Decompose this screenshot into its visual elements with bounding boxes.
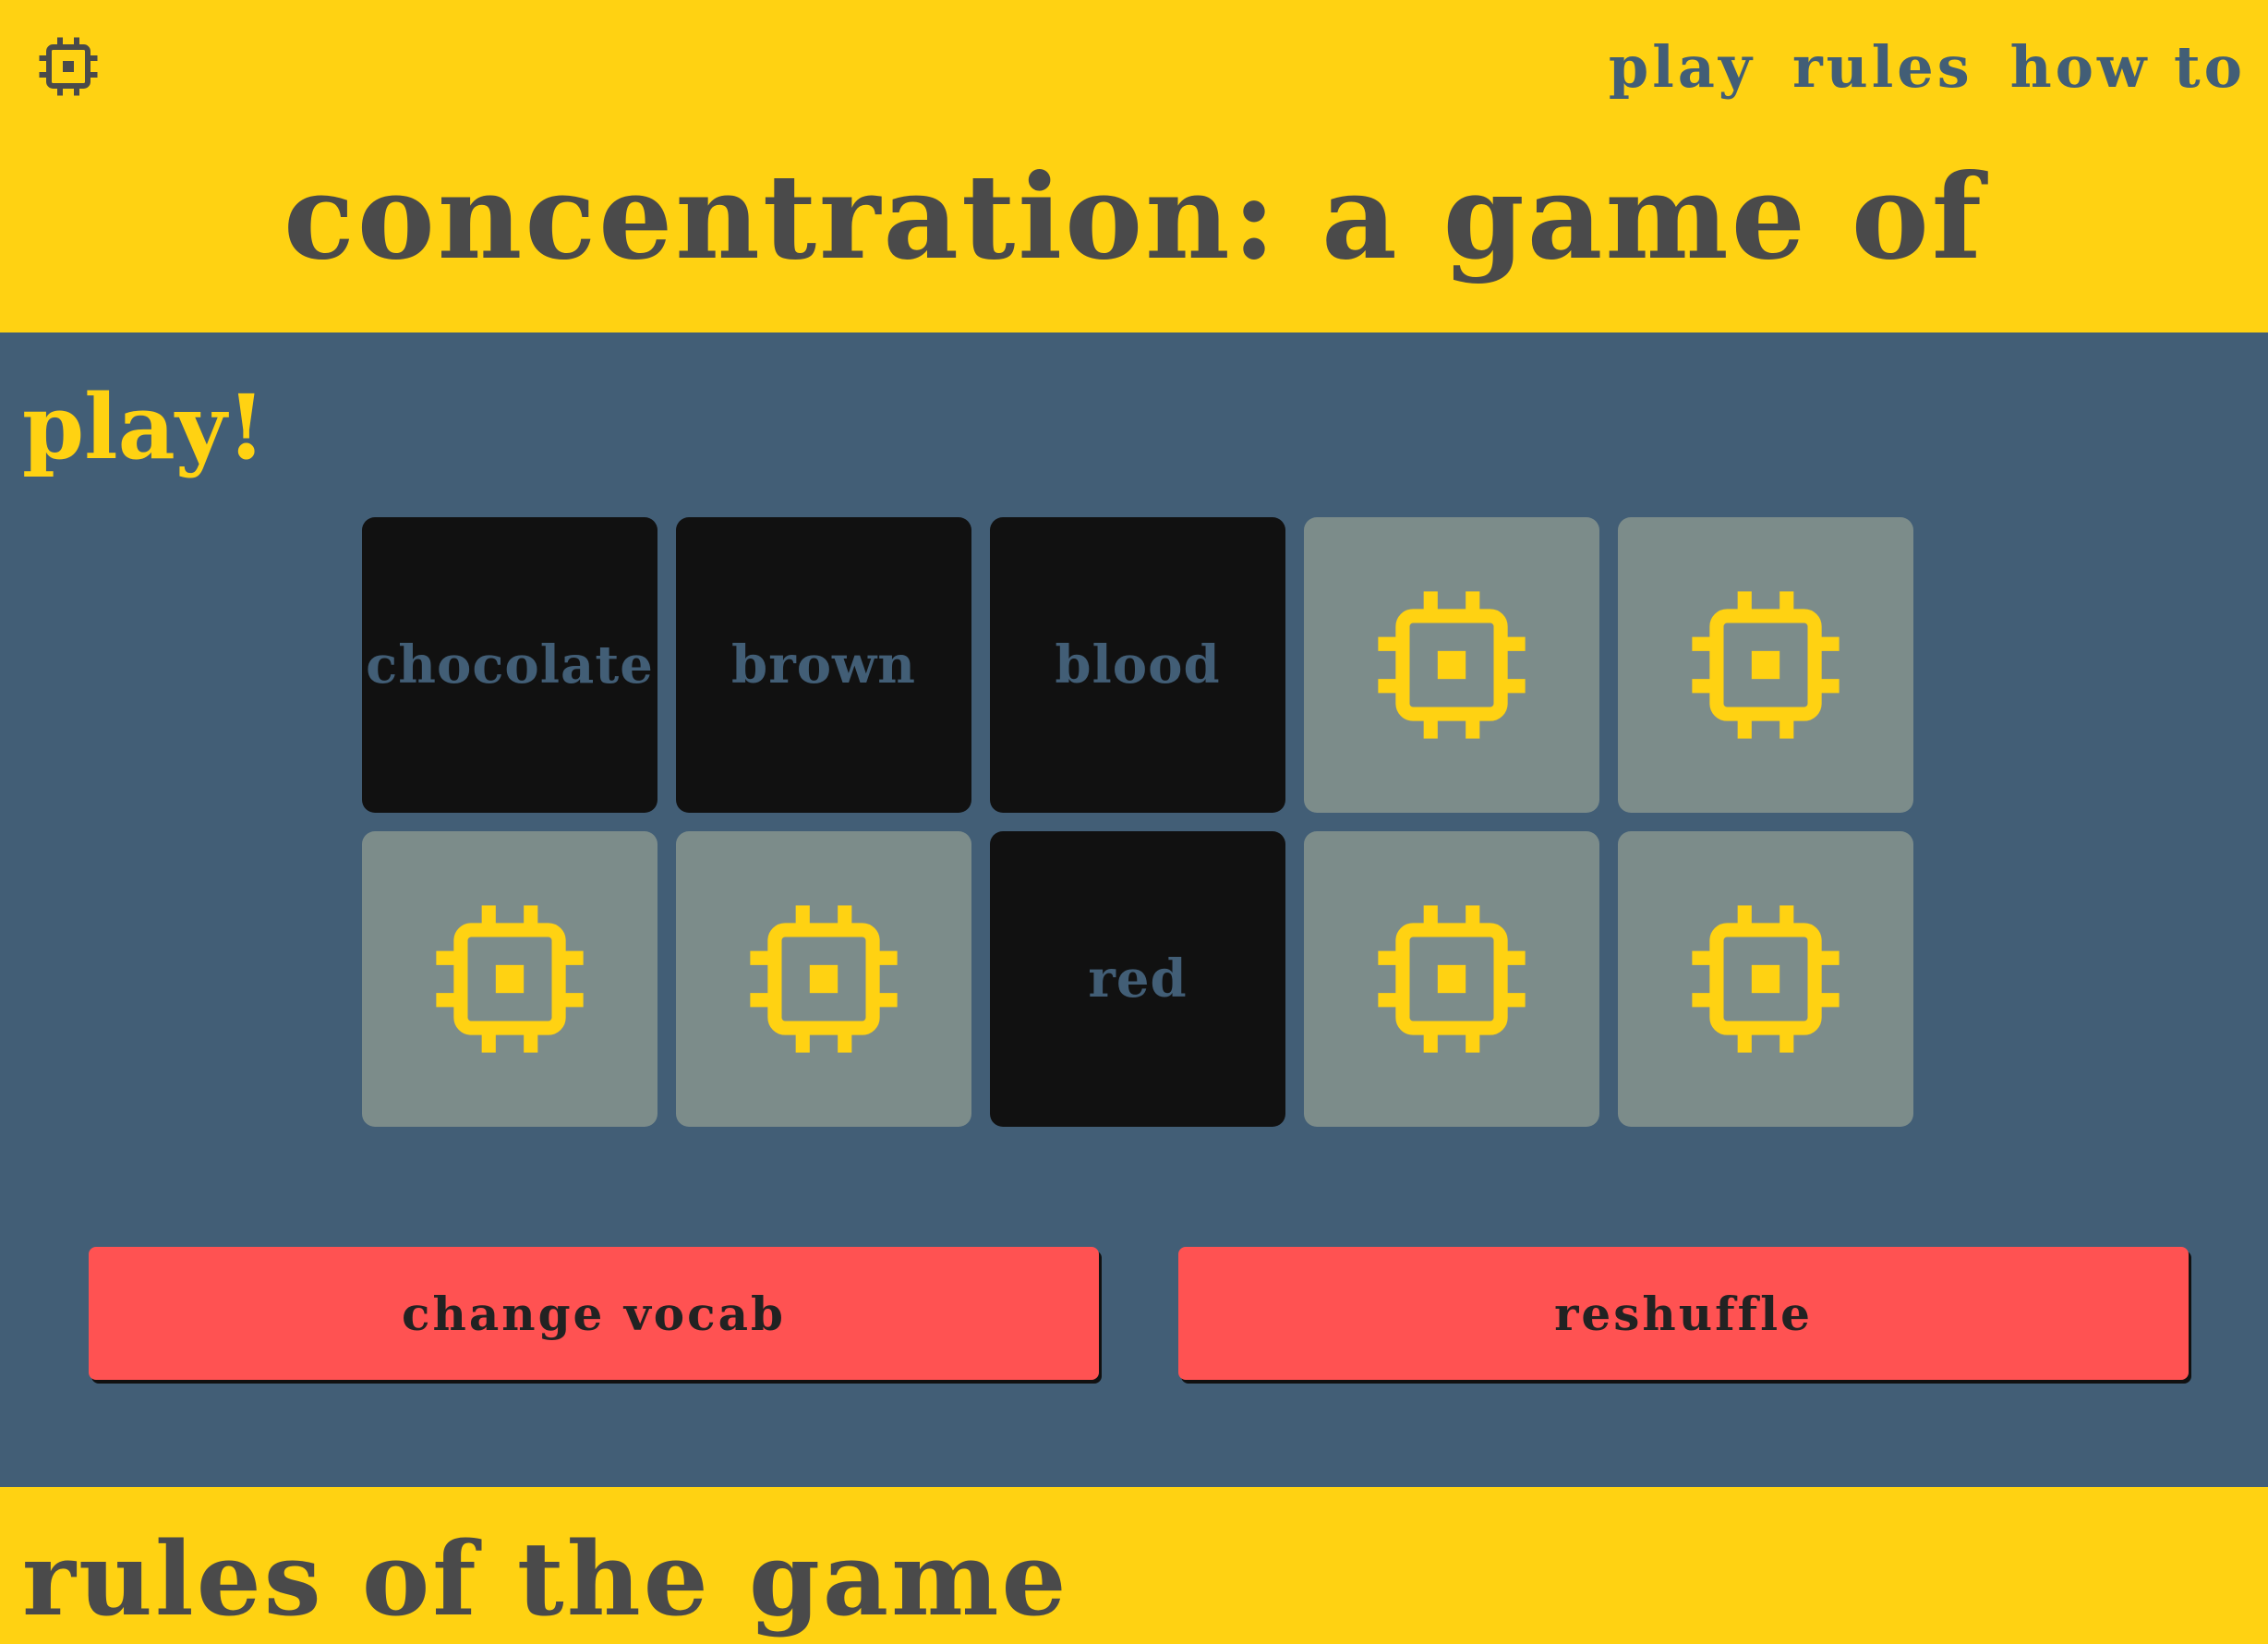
card-face-up[interactable]: brown (676, 517, 971, 813)
main-nav: play rules how to (1609, 33, 2246, 101)
nav-link-rules[interactable]: rules (1792, 33, 1973, 101)
card-word: chocolate (366, 635, 654, 695)
chip-icon (1378, 905, 1526, 1053)
card-face-down[interactable] (362, 831, 657, 1127)
reshuffle-button[interactable]: reshuffle (1178, 1247, 2189, 1380)
chip-icon (750, 905, 898, 1053)
chip-icon (1692, 591, 1840, 739)
page-header: play rules how to concentration: a game … (0, 0, 2268, 424)
card-face-up[interactable]: red (990, 831, 1285, 1127)
card-face-up[interactable]: blood (990, 517, 1285, 813)
change-vocab-button[interactable]: change vocab (89, 1247, 1099, 1380)
card-face-down[interactable] (1304, 517, 1599, 813)
card-face-down[interactable] (1618, 831, 1913, 1127)
chip-icon (436, 905, 584, 1053)
chip-icon[interactable] (35, 33, 102, 100)
play-section: play! chocolate brown blood red change v… (0, 332, 2268, 1487)
card-face-up[interactable]: chocolate (362, 517, 657, 813)
rules-heading: rules of the game (22, 1519, 1069, 1638)
nav-link-how-to[interactable]: how to (2010, 33, 2246, 101)
card-face-down[interactable] (676, 831, 971, 1127)
card-face-down[interactable] (1304, 831, 1599, 1127)
card-word: blood (1055, 635, 1221, 695)
card-face-down[interactable] (1618, 517, 1913, 813)
card-word: brown (731, 635, 916, 695)
play-heading: play! (22, 375, 266, 479)
chip-icon (1692, 905, 1840, 1053)
chip-icon (1378, 591, 1526, 739)
nav-link-play[interactable]: play (1609, 33, 1755, 101)
card-grid: chocolate brown blood red (362, 517, 1913, 1127)
card-word: red (1088, 949, 1188, 1009)
